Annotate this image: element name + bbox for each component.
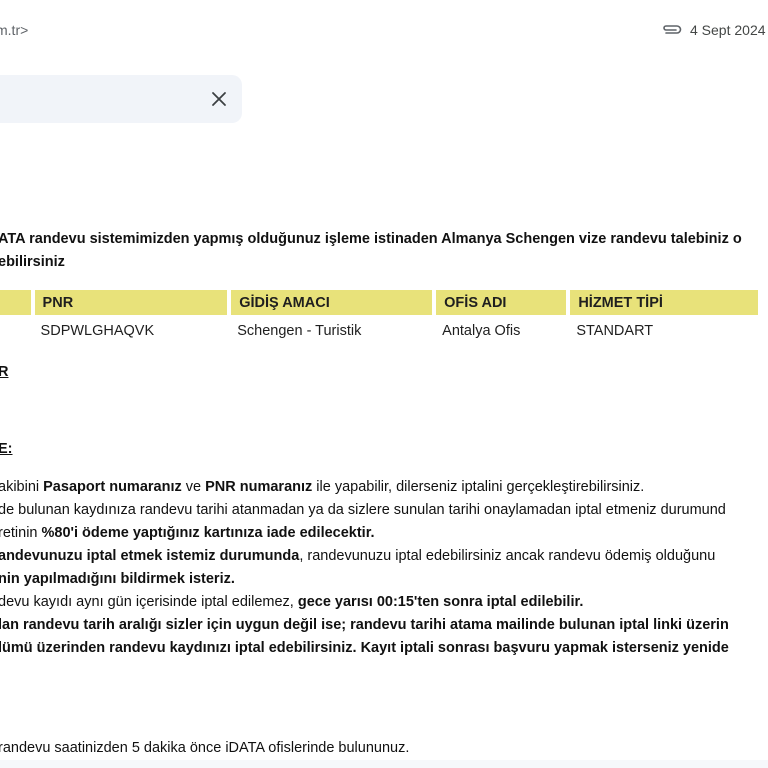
text: retinin <box>0 525 42 541</box>
notice-bar <box>0 75 242 123</box>
table-cell: Antalya Ofis <box>442 323 521 339</box>
text: PNR numaranız <box>205 479 313 495</box>
table-header: HİZMET TİPİ <box>568 290 762 315</box>
text: akibini <box>0 479 44 495</box>
text: Pasaport numaranız <box>43 479 182 495</box>
email-date: 4 Sept 2024 <box>690 22 766 38</box>
body-line: nin yapılmadığını bildirmek isteriz. <box>0 571 235 587</box>
section-heading: E: <box>0 441 13 457</box>
text: %80'i ödeme yaptığınız kartınıza iade ed… <box>41 525 375 541</box>
text: devu kayıdı aynı gün içerisinde iptal ed… <box>0 594 298 610</box>
text: ve <box>181 479 206 495</box>
close-icon[interactable] <box>210 90 228 108</box>
body-line: de bulunan kaydınıza randevu tarihi atan… <box>0 502 726 518</box>
paperclip-icon <box>663 25 682 34</box>
table-header <box>0 290 35 315</box>
body-line: randevu saatinizden 5 dakika önce iDATA … <box>0 740 410 756</box>
bottom-strip <box>0 760 768 768</box>
table-cell: SDPWLGHAQVK <box>40 323 155 339</box>
appointment-table: PNR GİDİŞ AMACI OFİS ADI HİZMET TİPİ SDP… <box>0 290 762 345</box>
table-header: PNR <box>32 290 232 315</box>
body-line: andevunuzu iptal etmek istemiz durumunda… <box>0 548 715 564</box>
intro-line-2: ebilirsiniz <box>0 254 65 270</box>
table-cell: Schengen - Turistik <box>237 323 362 339</box>
table-header: OFİS ADI <box>434 290 571 315</box>
text: ile yapabilir, dilerseniz iptalini gerçe… <box>312 479 645 495</box>
body-line: lümü üzerinden randevu kaydınızı iptal e… <box>0 640 729 656</box>
text: gece yarısı 00:15'ten sonra iptal edileb… <box>297 594 584 610</box>
text: andevunuzu iptal etmek istemiz durumunda <box>0 548 300 564</box>
table-header-row: PNR GİDİŞ AMACI OFİS ADI HİZMET TİPİ <box>0 290 762 315</box>
table-cell: STANDART <box>576 323 654 339</box>
body-line: retinin %80'i ödeme yaptığınız kartınıza… <box>0 525 375 541</box>
text: , randevunuzu iptal edebilirsiniz ancak … <box>299 548 716 564</box>
sender-address[interactable]: m.tr> <box>0 22 28 38</box>
body-line: lan randevu tarih aralığı sizler için uy… <box>0 617 729 633</box>
section-heading: R <box>0 364 9 380</box>
table-row: SDPWLGHAQVK Schengen - Turistik Antalya … <box>0 315 760 345</box>
intro-line-1: ATA randevu sistemimizden yapmış olduğun… <box>0 231 742 247</box>
table-cell <box>0 315 33 345</box>
body-line: akibini Pasaport numaranız ve PNR numara… <box>0 479 644 495</box>
table-header: GİDİŞ AMACI <box>229 290 437 315</box>
body-line: devu kayıdı aynı gün içerisinde iptal ed… <box>0 594 583 610</box>
